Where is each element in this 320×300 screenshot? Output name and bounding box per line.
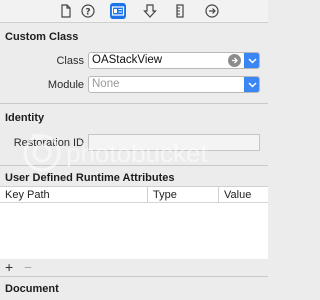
column-header-value[interactable]: Value <box>219 187 268 203</box>
restoration-id-field[interactable] <box>88 134 260 151</box>
file-inspector-icon[interactable] <box>58 3 74 19</box>
svg-text:?: ? <box>85 8 90 18</box>
section-divider <box>0 103 268 104</box>
attributes-inspector-icon[interactable] <box>142 3 158 19</box>
class-combo-box[interactable]: OAStackView <box>88 52 260 69</box>
inspector-toolbar: ? <box>0 0 268 23</box>
column-header-type[interactable]: Type <box>148 187 218 203</box>
section-divider <box>0 165 268 166</box>
chevron-down-icon[interactable] <box>244 53 259 68</box>
module-combo-box[interactable]: None <box>88 76 260 93</box>
identity-header: Identity <box>0 109 268 127</box>
remove-attribute-button[interactable]: − <box>24 260 32 274</box>
size-inspector-icon[interactable] <box>172 3 188 19</box>
identity-inspector-icon[interactable] <box>110 3 126 19</box>
document-header: Document <box>0 280 268 298</box>
module-placeholder: None <box>92 78 120 90</box>
class-label: Class <box>56 55 84 67</box>
custom-class-header: Custom Class <box>0 28 268 46</box>
section-divider <box>0 276 268 277</box>
module-label: Module <box>47 79 84 91</box>
column-header-key-path[interactable]: Key Path <box>0 187 147 203</box>
restoration-id-label: Restoration ID <box>13 137 84 149</box>
chevron-down-icon[interactable] <box>244 77 259 92</box>
runtime-attributes-table[interactable]: Key Path Type Value <box>0 186 268 259</box>
connections-inspector-icon[interactable] <box>204 3 220 19</box>
table-footer: + − <box>0 259 268 276</box>
class-value: OAStackView <box>92 54 163 66</box>
quick-help-icon[interactable]: ? <box>80 3 96 19</box>
runtime-attributes-header: User Defined Runtime Attributes <box>0 169 268 187</box>
go-to-class-icon[interactable] <box>228 54 241 67</box>
add-attribute-button[interactable]: + <box>5 260 13 274</box>
